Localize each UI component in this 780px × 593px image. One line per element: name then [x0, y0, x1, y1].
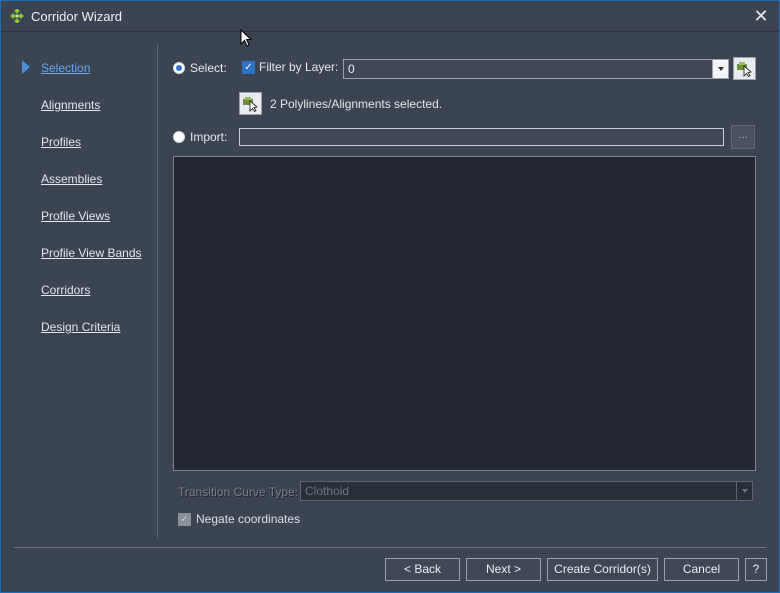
import-radio[interactable]: [173, 131, 185, 143]
close-icon: ✕: [753, 6, 769, 26]
nav-item-design-criteria[interactable]: Design Criteria: [41, 320, 120, 334]
browse-button[interactable]: ...: [731, 125, 755, 149]
nav-item-profile-views[interactable]: Profile Views: [41, 209, 110, 223]
selected-objects-list[interactable]: [173, 156, 756, 471]
window-title: Corridor Wizard: [31, 9, 123, 24]
transition-curve-label: Transition Curve Type:: [178, 485, 299, 499]
negate-coordinates-label: Negate coordinates: [196, 512, 301, 526]
nav-item-assemblies[interactable]: Assemblies: [41, 172, 102, 186]
select-radio[interactable]: [173, 62, 185, 74]
footer-divider: [14, 547, 766, 548]
nav-item-corridors[interactable]: Corridors: [41, 283, 90, 297]
help-button[interactable]: ?: [745, 558, 767, 581]
close-button[interactable]: ✕: [749, 5, 773, 27]
layer-dropdown[interactable]: 0: [343, 59, 729, 79]
pick-object-icon: [243, 97, 258, 112]
nav-item-profiles[interactable]: Profiles: [41, 135, 81, 149]
select-label: Select:: [190, 61, 227, 75]
mouse-cursor-icon: [240, 29, 253, 47]
negate-coordinates-checkbox[interactable]: ✓: [178, 513, 191, 526]
next-button[interactable]: Next >: [466, 558, 541, 581]
corridor-app-icon: [10, 9, 24, 23]
nav-divider: [157, 44, 158, 538]
filter-by-layer-label: Filter by Layer:: [259, 60, 339, 74]
import-path-input[interactable]: [239, 128, 724, 146]
chevron-down-icon: [736, 482, 752, 500]
pick-object-icon: [737, 62, 752, 77]
import-label: Import:: [190, 130, 228, 144]
transition-curve-value: Clothoid: [305, 484, 350, 498]
transition-curve-dropdown[interactable]: Clothoid: [300, 481, 753, 501]
nav-item-selection[interactable]: Selection: [41, 61, 90, 75]
back-button[interactable]: < Back: [385, 558, 460, 581]
chevron-down-icon: [712, 60, 728, 78]
select-objects-button[interactable]: [239, 92, 262, 115]
active-step-arrow-icon: [22, 60, 30, 74]
nav-item-profile-view-bands[interactable]: Profile View Bands: [41, 246, 142, 260]
pick-layer-button[interactable]: [733, 57, 756, 80]
selection-status: 2 Polylines/Alignments selected.: [270, 97, 443, 111]
cancel-button[interactable]: Cancel: [664, 558, 739, 581]
nav-item-alignments[interactable]: Alignments: [41, 98, 100, 112]
filter-by-layer-checkbox[interactable]: ✓: [242, 61, 255, 74]
title-bar[interactable]: Corridor Wizard ✕: [1, 1, 779, 32]
layer-dropdown-value: 0: [348, 62, 355, 76]
create-corridors-button[interactable]: Create Corridor(s): [547, 558, 658, 581]
